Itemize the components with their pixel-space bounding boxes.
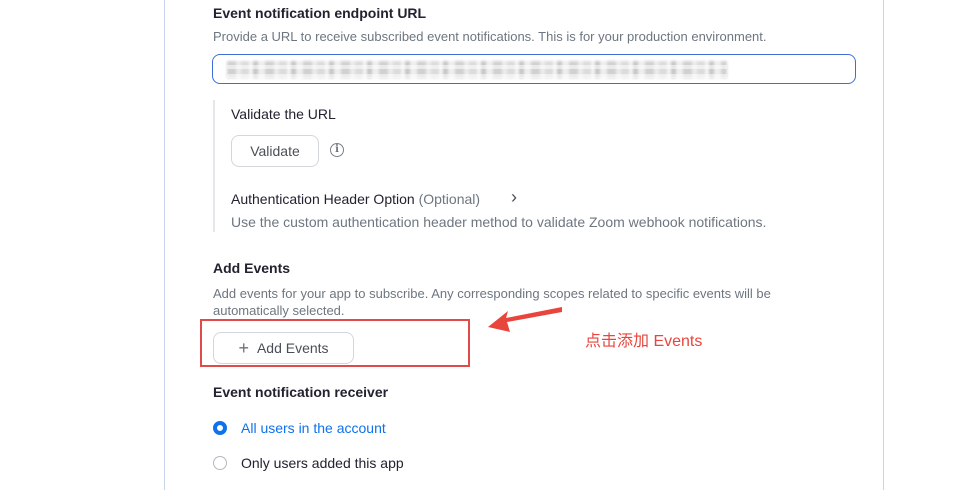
section-divider-line (213, 100, 215, 232)
chevron-right-icon[interactable]: › (511, 187, 517, 208)
auth-header-optional-label: (Optional) (418, 191, 481, 207)
endpoint-url-title: Event notification endpoint URL (213, 5, 427, 21)
highlight-box (200, 319, 470, 367)
annotation-text: 点击添加 Events (585, 333, 703, 350)
radio-only-users[interactable] (213, 456, 227, 470)
radio-all-users-label[interactable]: All users in the account (241, 420, 386, 436)
endpoint-url-description: Provide a URL to receive subscribed even… (213, 29, 767, 44)
validate-button[interactable]: Validate (231, 135, 319, 167)
auth-header-title: Authentication Header Option (231, 191, 415, 207)
auth-header-option[interactable]: Authentication Header Option (Optional) (231, 191, 480, 207)
radio-all-users[interactable] (213, 421, 227, 435)
validate-url-title: Validate the URL (231, 106, 336, 122)
radio-only-users-label[interactable]: Only users added this app (241, 455, 404, 471)
receiver-title: Event notification receiver (213, 384, 389, 400)
add-events-description-line1: Add events for your app to subscribe. An… (213, 286, 771, 301)
auth-header-description: Use the custom authentication header met… (231, 214, 767, 230)
annotation-arrow-icon (488, 307, 562, 332)
add-events-title: Add Events (213, 260, 291, 276)
redacted-url-mask (227, 61, 727, 78)
endpoint-url-input[interactable] (212, 54, 856, 84)
info-icon[interactable]: i (330, 143, 344, 157)
